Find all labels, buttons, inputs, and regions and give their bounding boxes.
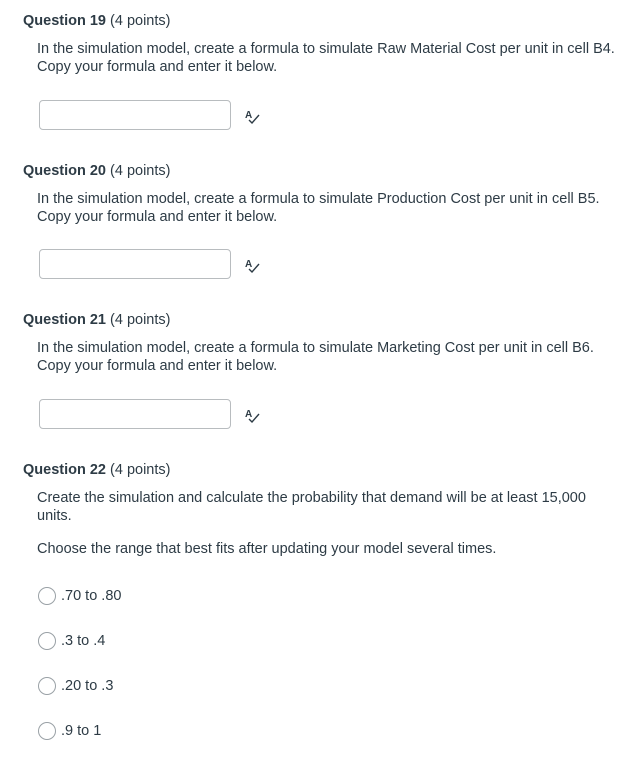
- answer-option[interactable]: .3 to .4: [38, 631, 105, 651]
- spellcheck-icon[interactable]: A: [244, 407, 260, 423]
- question-title: Question 22: [23, 462, 106, 478]
- radio-button[interactable]: [38, 632, 56, 650]
- spellcheck-icon[interactable]: A: [244, 257, 260, 273]
- question-text: In the simulation model, create a formul…: [37, 41, 615, 75]
- question-instruction: Choose the range that best fits after up…: [37, 541, 497, 557]
- question-header: Question 22 (4 points): [23, 461, 170, 479]
- question-title: Question 19: [23, 13, 106, 29]
- option-label: .9 to 1: [61, 723, 102, 739]
- svg-text:A: A: [245, 409, 252, 420]
- quiz-page: Question 19 (4 points) In the simulation…: [0, 0, 625, 766]
- question-points: (4 points): [110, 13, 171, 29]
- answer-option[interactable]: .20 to .3: [38, 676, 113, 696]
- question-text: In the simulation model, create a formul…: [37, 191, 600, 225]
- question-title: Question 20: [23, 163, 106, 179]
- radio-button[interactable]: [38, 587, 56, 605]
- radio-button[interactable]: [38, 722, 56, 740]
- svg-text:A: A: [245, 259, 252, 270]
- radio-button[interactable]: [38, 677, 56, 695]
- svg-text:A: A: [245, 110, 252, 121]
- question-header: Question 20 (4 points): [23, 162, 170, 180]
- answer-input[interactable]: [39, 249, 231, 279]
- spellcheck-icon[interactable]: A: [244, 108, 260, 124]
- answer-option[interactable]: .70 to .80: [38, 586, 121, 606]
- answer-option[interactable]: .9 to 1: [38, 721, 101, 741]
- question-header: Question 19 (4 points): [23, 12, 170, 30]
- answer-input[interactable]: [39, 100, 231, 130]
- question-text: In the simulation model, create a formul…: [37, 340, 594, 374]
- option-label: .20 to .3: [61, 678, 114, 694]
- answer-input[interactable]: [39, 399, 231, 429]
- question-points: (4 points): [110, 163, 171, 179]
- question-text: Create the simulation and calculate the …: [37, 490, 586, 524]
- question-points: (4 points): [110, 312, 171, 328]
- option-label: .3 to .4: [61, 633, 106, 649]
- question-points: (4 points): [110, 462, 171, 478]
- option-label: .70 to .80: [61, 588, 122, 604]
- question-header: Question 21 (4 points): [23, 311, 170, 329]
- question-title: Question 21: [23, 312, 106, 328]
